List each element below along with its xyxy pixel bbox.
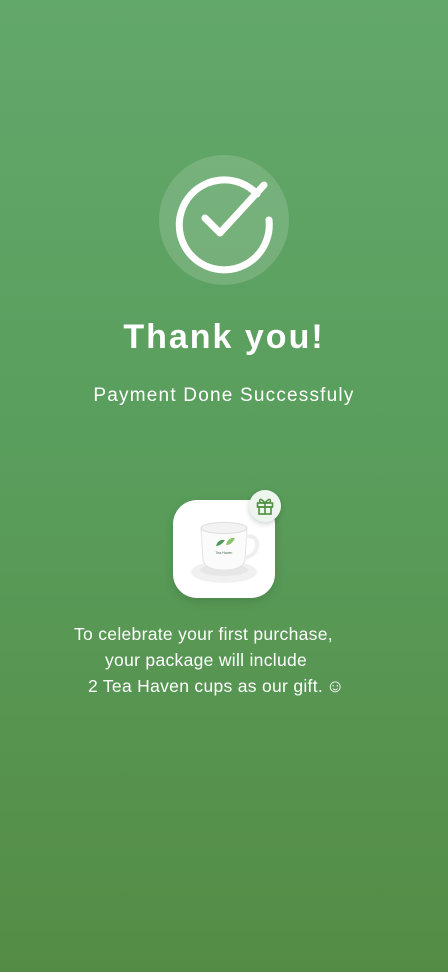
gift-message-line: To celebrate your first purchase, xyxy=(74,624,333,644)
gift-icon xyxy=(249,490,281,522)
payment-status-text: Payment Done Successfuly xyxy=(93,385,355,406)
gift-message-text: 2 Tea Haven cups as our gift. xyxy=(88,676,324,696)
payment-success-screen: Thank you! Payment Done Successfuly Tea … xyxy=(0,0,448,972)
success-check-icon xyxy=(159,155,289,285)
page-title: Thank you! xyxy=(123,318,325,356)
gift-message-line: 2 Tea Haven cups as our gift. ☺ xyxy=(0,673,448,699)
teacup-icon: Tea Haven xyxy=(191,522,260,583)
cup-brand-label: Tea Haven xyxy=(216,551,233,555)
gift-message-line: your package will include xyxy=(105,650,308,670)
gift-message: To celebrate your first purchase, your p… xyxy=(0,621,448,699)
smile-icon: ☺ xyxy=(326,676,345,696)
